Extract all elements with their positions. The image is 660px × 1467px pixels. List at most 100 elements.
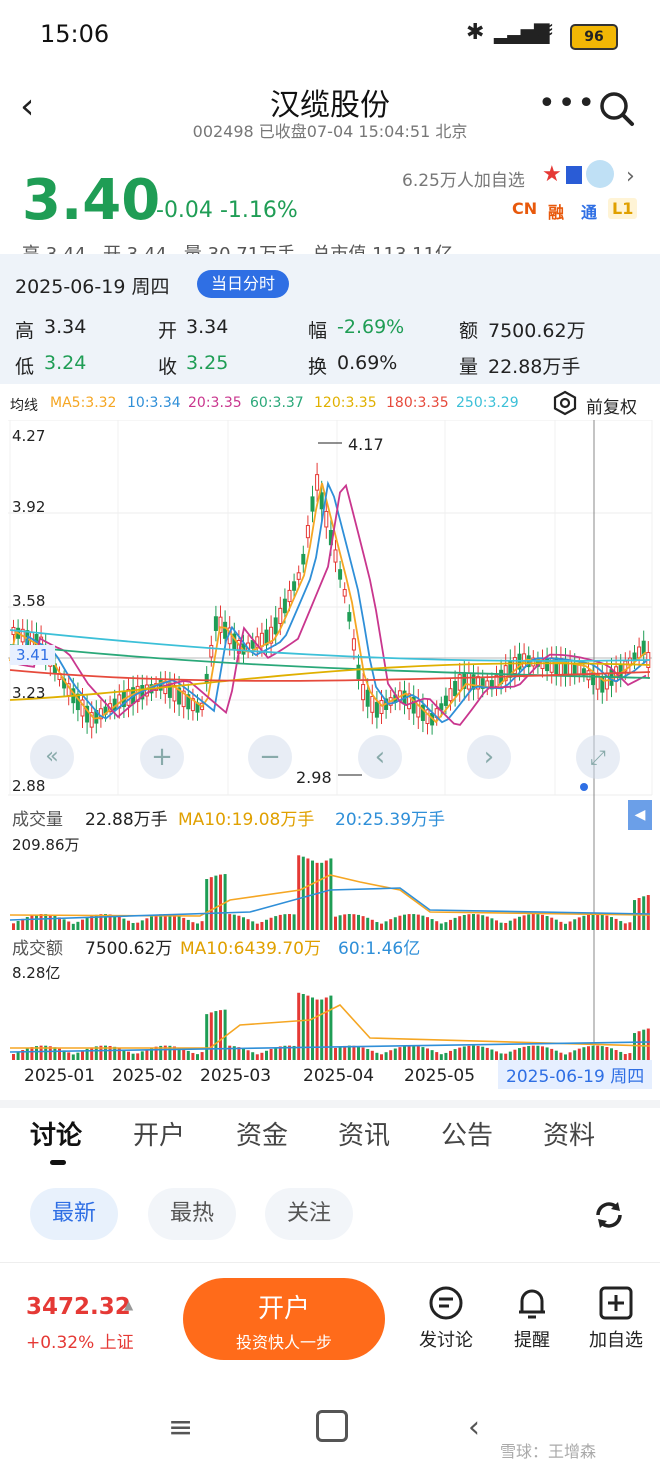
index-value[interactable]: 3472.32	[26, 1294, 131, 1320]
xlabel-selected: 2025-06-19 周四	[498, 1060, 653, 1089]
tab-announcements[interactable]: 公告	[441, 1115, 493, 1152]
tab-news[interactable]: 资讯	[338, 1115, 390, 1152]
xlabel-mar: 2025-03	[200, 1066, 272, 1086]
page-subtitle: 002498 已收盘07-04 15:04:51 北京	[192, 122, 468, 141]
home-nav-icon[interactable]	[316, 1410, 348, 1442]
current-price-tag: 3.41	[10, 645, 56, 665]
ma10-legend: 10:3.34	[127, 395, 181, 411]
pan-left-fast-button[interactable]: «	[30, 735, 74, 779]
brand-logo-icon	[566, 166, 582, 184]
open-account-subtitle: 投资快人一步	[235, 1333, 332, 1352]
bell-icon	[519, 1289, 545, 1319]
adjust-mode[interactable]: 前复权	[586, 393, 637, 418]
refresh-icon[interactable]	[590, 1196, 628, 1238]
candle-detail-panel: 2025-06-19 周四 高 3.34 开 3.34 幅 -2.69% 额 7…	[0, 254, 660, 384]
last-price: 3.40	[22, 168, 161, 233]
star-logo-icon: ★	[542, 162, 562, 187]
badge-cn[interactable]: CN	[508, 198, 541, 219]
amount-header: 成交额 7500.62万 MA10:6439.70万 60:1.46亿	[0, 930, 660, 960]
menu-nav-icon[interactable]: ≡	[168, 1410, 193, 1445]
open-account-title: 开户	[257, 1294, 310, 1324]
ma5-legend: MA5:3.32	[50, 395, 117, 411]
ma180-legend: 180:3.35	[386, 395, 449, 411]
avatar-group[interactable]: ★	[542, 160, 616, 190]
high-label: 高	[15, 320, 35, 342]
fullscreen-icon[interactable]: ⤢	[576, 735, 620, 779]
amount-current: 7500.62万	[85, 939, 173, 959]
xlabel-jan: 2025-01	[24, 1066, 96, 1086]
more-icon[interactable]: •••	[538, 86, 597, 121]
detail-date: 2025-06-19 周四	[15, 276, 170, 298]
xlabel-feb: 2025-02	[112, 1066, 184, 1086]
low-marker: 2.98	[296, 768, 332, 787]
price-change: -0.04 -1.16%	[156, 198, 298, 223]
pan-left-button[interactable]: ‹	[358, 735, 402, 779]
clock: 15:06	[40, 20, 110, 48]
badge-level1[interactable]: L1	[608, 198, 638, 219]
volume-value: 22.88万手	[488, 356, 581, 378]
open-value: 3.34	[186, 316, 229, 338]
tab-discussion[interactable]: 讨论	[30, 1115, 82, 1152]
search-icon[interactable]	[598, 90, 636, 132]
volume-ma20: 20:25.39万手	[335, 810, 446, 830]
kline-chart[interactable]	[0, 420, 660, 1110]
remind-label: 提醒	[514, 1330, 550, 1351]
turnover-label: 换	[308, 356, 328, 378]
watermark: 雪球：王增森	[500, 1442, 597, 1461]
collapse-panel-button[interactable]: ◀	[628, 800, 652, 830]
plus-square-icon	[599, 1286, 633, 1320]
amount-value: 7500.62万	[488, 320, 586, 342]
chip-hot[interactable]: 最热	[148, 1188, 237, 1240]
back-nav-icon[interactable]: ‹	[468, 1410, 480, 1445]
badge-connect[interactable]: 通	[577, 198, 601, 224]
discuss-button[interactable]: 发讨论	[414, 1284, 478, 1352]
index-change[interactable]: +0.32% 上证	[26, 1328, 134, 1353]
pan-right-button[interactable]: ›	[467, 735, 511, 779]
amount-max-tick: 8.28亿	[12, 964, 61, 982]
zoom-out-button[interactable]: −	[248, 735, 292, 779]
ma-legend-label: 均线	[10, 398, 38, 414]
ma120-legend: 120:3.35	[314, 395, 377, 411]
open-label: 开	[158, 320, 178, 342]
settings-icon[interactable]	[552, 390, 578, 420]
high-value: 3.34	[44, 316, 87, 338]
ytick-4-27: 4.27	[12, 427, 46, 445]
up-arrow-icon: ▲	[124, 1298, 134, 1312]
xlabel-may: 2025-05	[404, 1066, 476, 1086]
volume-header: 成交量 22.88万手 MA10:19.08万手 20:25.39万手	[0, 800, 660, 830]
amount-ma60: 60:1.46亿	[338, 939, 421, 959]
ma250-legend: 250:3.29	[456, 395, 519, 411]
chip-latest[interactable]: 最新	[30, 1188, 119, 1240]
xlabel-apr: 2025-04	[303, 1066, 375, 1086]
add-watchlist-button[interactable]: 加自选	[584, 1284, 648, 1352]
intraday-button[interactable]: 当日分时	[197, 270, 290, 298]
high-marker: 4.17	[348, 435, 384, 454]
add-watchlist-label: 加自选	[589, 1330, 643, 1351]
battery-indicator: 96	[570, 24, 618, 50]
wifi-icon: ≋	[536, 18, 555, 43]
remind-button[interactable]: 提醒	[500, 1284, 564, 1352]
ytick-2-88: 2.88	[12, 777, 46, 795]
volume-ma10: MA10:19.08万手	[178, 810, 315, 830]
ma60-legend: 60:3.37	[250, 395, 304, 411]
open-account-button[interactable]: 开户 投资快人一步	[183, 1278, 385, 1360]
amount-ma10: MA10:6439.70万	[180, 939, 321, 959]
discuss-label: 发讨论	[419, 1330, 473, 1351]
amount-tab[interactable]: 成交额	[12, 934, 63, 959]
volume-current: 22.88万手	[85, 810, 168, 830]
followers-count[interactable]: 6.25万人加自选	[402, 166, 525, 191]
volume-tab[interactable]: 成交量	[12, 805, 63, 830]
chat-icon	[429, 1286, 463, 1320]
tab-account[interactable]: 开户	[133, 1115, 185, 1152]
chevron-right-icon[interactable]: ›	[626, 164, 635, 189]
tab-profile[interactable]: 资料	[543, 1115, 595, 1152]
badge-margin[interactable]: 融	[544, 198, 568, 224]
close-value: 3.25	[186, 352, 229, 374]
change-percent: -1.16%	[219, 198, 298, 223]
tab-active-indicator	[50, 1160, 66, 1165]
low-value: 3.24	[44, 352, 87, 374]
zoom-in-button[interactable]: +	[140, 735, 184, 779]
tab-funds[interactable]: 资金	[236, 1115, 288, 1152]
bluetooth-icon: ✱	[466, 20, 485, 45]
chip-following[interactable]: 关注	[265, 1188, 354, 1240]
